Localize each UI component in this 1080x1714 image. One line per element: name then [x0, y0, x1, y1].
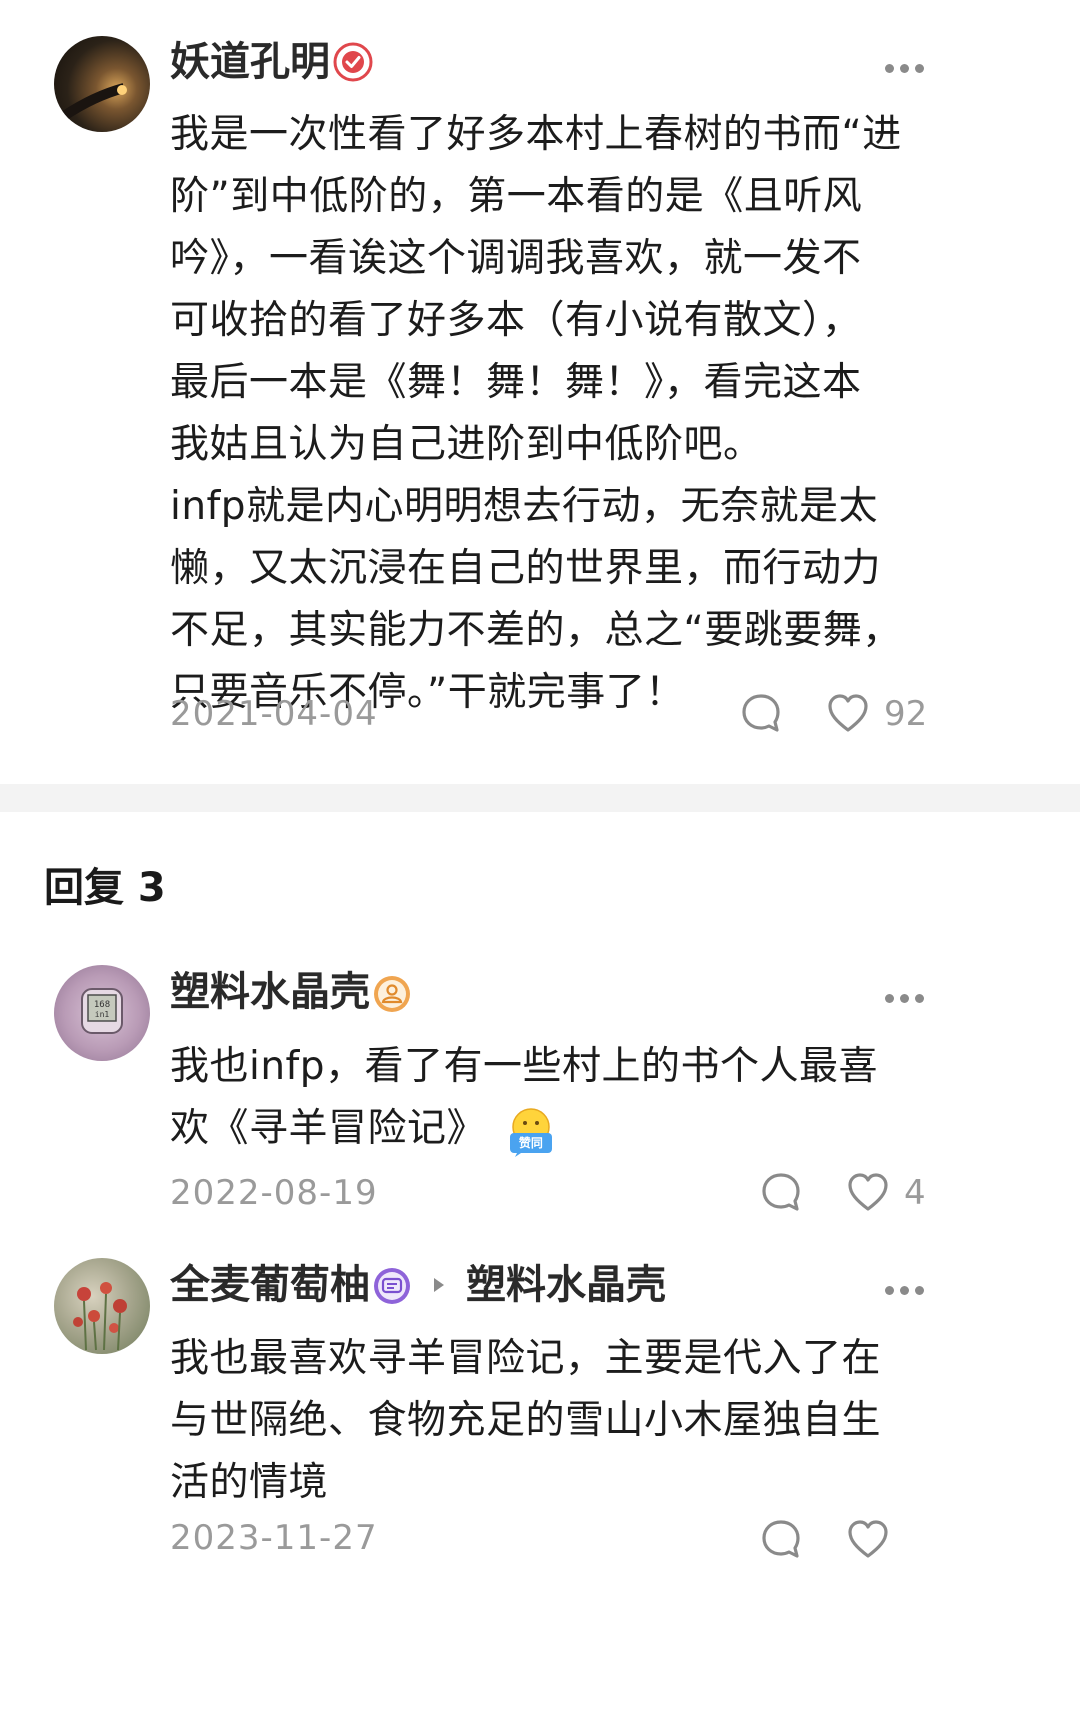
like-count: 4 — [904, 1173, 926, 1213]
like-count: 92 — [884, 694, 928, 734]
reply-arrow-icon — [434, 1278, 444, 1292]
post-body-line: 我是一次性看了好多本村上春树的书而“进 — [170, 112, 902, 157]
post-body-line: 阶”到中低阶的，第一本看的是《且听风 — [170, 174, 863, 219]
verified-badge-icon — [333, 42, 373, 82]
reply-body-line: 我也infp，看了有一些村上的书个人最喜 — [170, 1044, 879, 1089]
like-icon[interactable] — [826, 692, 870, 734]
comment-icon[interactable] — [760, 1518, 802, 1560]
avatar-image — [73, 1282, 127, 1351]
user-badge-icon — [374, 976, 410, 1012]
avatar-text: 168 — [94, 1000, 110, 1010]
avatar-image: 168 in1 — [81, 988, 123, 1034]
post-body-line: 不足，其实能力不差的，总之“要跳要舞， — [170, 608, 902, 653]
avatar[interactable]: 168 in1 — [54, 965, 150, 1061]
reply-body: 我也最喜欢寻羊冒险记，主要是代入了在 与世隔绝、食物充足的雪山小木屋独自生 活的… — [170, 1328, 950, 1514]
more-options-icon[interactable] — [885, 58, 935, 73]
post-body-line: 懒，又太沉浸在自己的世界里，而行动力 — [170, 546, 882, 591]
reply-body-line: 与世隔绝、食物充足的雪山小木屋独自生 — [170, 1398, 882, 1443]
section-divider — [0, 784, 1080, 812]
agree-emoji-label: 赞同 — [518, 1135, 543, 1150]
post-body-line: 我姑且认为自己进阶到中低阶吧。 — [170, 422, 763, 467]
post-body-line: 吟》，一看诶这个调调我喜欢，就一发不 — [170, 236, 862, 281]
replies-header: 回复 3 — [44, 865, 166, 911]
comment-icon[interactable] — [740, 692, 782, 734]
agree-emoji-icon: 赞同 — [505, 1105, 557, 1157]
like-icon[interactable] — [846, 1518, 890, 1560]
post-date: 2021-04-04 — [170, 694, 378, 734]
comment-icon[interactable] — [760, 1171, 802, 1213]
reply-author[interactable]: 全麦葡萄柚 — [170, 1261, 370, 1309]
avatar[interactable] — [54, 36, 150, 132]
avatar-text: in1 — [95, 1010, 110, 1019]
post-body-line: infp就是内心明明想去行动，无奈就是太 — [170, 484, 879, 529]
member-badge-icon — [374, 1268, 410, 1304]
reply-body-text: 欢《寻羊冒险记》 — [170, 1106, 487, 1151]
reply-body-line: 我也最喜欢寻羊冒险记，主要是代入了在 — [170, 1336, 882, 1381]
reply-body-line: 欢《寻羊冒险记》 赞同 — [170, 1098, 950, 1160]
reply-date: 2022-08-19 — [170, 1173, 378, 1213]
post-body-line: 可收拾的看了好多本（有小说有散文）， — [170, 298, 862, 343]
reply-author[interactable]: 塑料水晶壳 — [170, 968, 370, 1016]
reply-to-user[interactable]: 塑料水晶壳 — [466, 1261, 666, 1309]
post-body-line: 最后一本是《舞！舞！舞！》，看完这本 — [170, 360, 862, 405]
avatar-image — [61, 83, 127, 121]
reply-date: 2023-11-27 — [170, 1518, 378, 1558]
post-body: 我是一次性看了好多本村上春树的书而“进 阶”到中低阶的，第一本看的是《且听风 吟… — [170, 104, 950, 724]
reply-body: 我也infp，看了有一些村上的书个人最喜 欢《寻羊冒险记》 赞同 — [170, 1036, 950, 1160]
reply-body-line: 活的情境 — [170, 1460, 329, 1505]
more-options-icon[interactable] — [885, 1280, 935, 1295]
more-options-icon[interactable] — [885, 988, 935, 1003]
avatar[interactable] — [54, 1258, 150, 1354]
like-icon[interactable] — [846, 1171, 890, 1213]
post-author[interactable]: 妖道孔明 — [170, 38, 330, 86]
